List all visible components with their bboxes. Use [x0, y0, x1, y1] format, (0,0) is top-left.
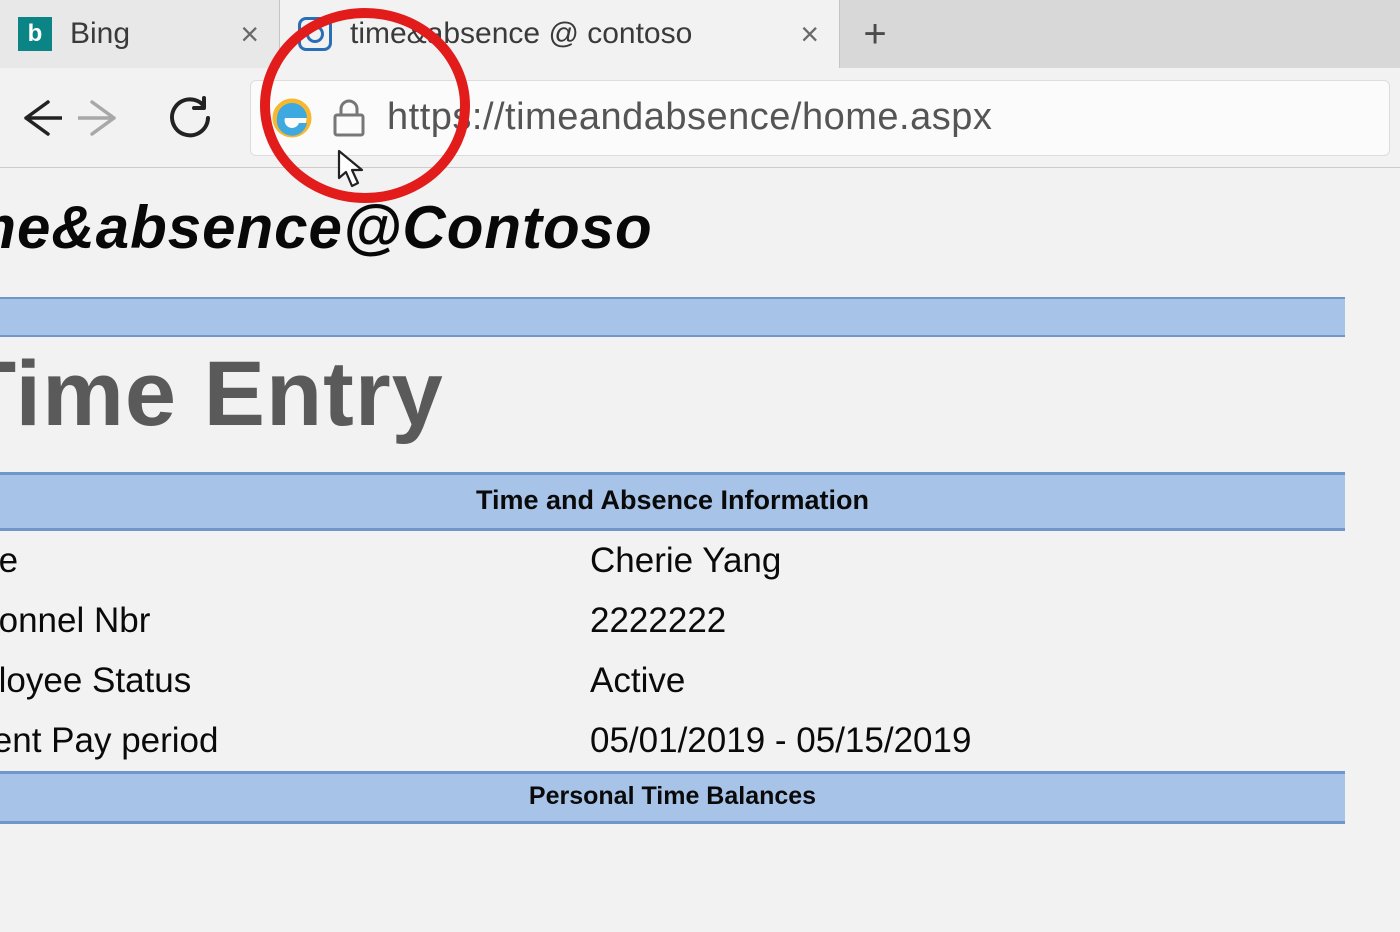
- browser-nav-row: https://timeandabsence/home.aspx: [0, 68, 1400, 168]
- site-favicon-icon: [298, 17, 332, 51]
- site-title: ime&absence@Contoso: [0, 168, 1400, 297]
- arrow-left-icon: [18, 96, 62, 140]
- address-bar[interactable]: https://timeandabsence/home.aspx: [250, 80, 1390, 156]
- field-label-name: ame: [0, 531, 590, 591]
- info-table: Time and Absence Information ame Cherie …: [0, 472, 1345, 824]
- back-button[interactable]: [10, 88, 70, 148]
- field-label-payperiod: urrent Pay period: [0, 711, 590, 771]
- table-row: ersonnel Nbr 2222222: [0, 591, 1345, 651]
- page-content: ime&absence@Contoso Time Entry Time and …: [0, 168, 1400, 824]
- table-row: urrent Pay period 05/01/2019 - 05/15/201…: [0, 711, 1345, 771]
- close-icon[interactable]: ×: [800, 18, 819, 50]
- tab-title: Bing: [70, 17, 220, 51]
- tab-title: time&absence @ contoso: [350, 17, 780, 51]
- new-tab-button[interactable]: +: [840, 12, 910, 57]
- close-icon[interactable]: ×: [240, 18, 259, 50]
- section-title: Time Entry: [0, 337, 1400, 472]
- field-label-status: mployee Status: [0, 651, 590, 711]
- field-value-personnel: 2222222: [590, 591, 726, 651]
- table-row: ame Cherie Yang: [0, 531, 1345, 591]
- lock-icon: [331, 98, 367, 138]
- url-text: https://timeandabsence/home.aspx: [387, 96, 992, 139]
- browser-tab-strip: b Bing × time&absence @ contoso × +: [0, 0, 1400, 68]
- plus-icon: +: [863, 12, 886, 57]
- browser-tab-timeabsence[interactable]: time&absence @ contoso ×: [280, 0, 840, 68]
- refresh-button[interactable]: [160, 88, 220, 148]
- refresh-icon: [168, 96, 212, 140]
- ie-mode-icon: [271, 97, 313, 139]
- divider-band: [0, 297, 1345, 337]
- table-row: mployee Status Active: [0, 651, 1345, 711]
- field-value-name: Cherie Yang: [590, 531, 781, 591]
- forward-button[interactable]: [70, 88, 130, 148]
- field-value-status: Active: [590, 651, 685, 711]
- info-table-header: Time and Absence Information: [0, 475, 1345, 531]
- balances-header: Personal Time Balances: [0, 771, 1345, 824]
- browser-tab-bing[interactable]: b Bing ×: [0, 0, 280, 68]
- bing-favicon-icon: b: [18, 17, 52, 51]
- arrow-right-icon: [78, 96, 122, 140]
- field-value-payperiod: 05/01/2019 - 05/15/2019: [590, 711, 971, 771]
- field-label-personnel: ersonnel Nbr: [0, 591, 590, 651]
